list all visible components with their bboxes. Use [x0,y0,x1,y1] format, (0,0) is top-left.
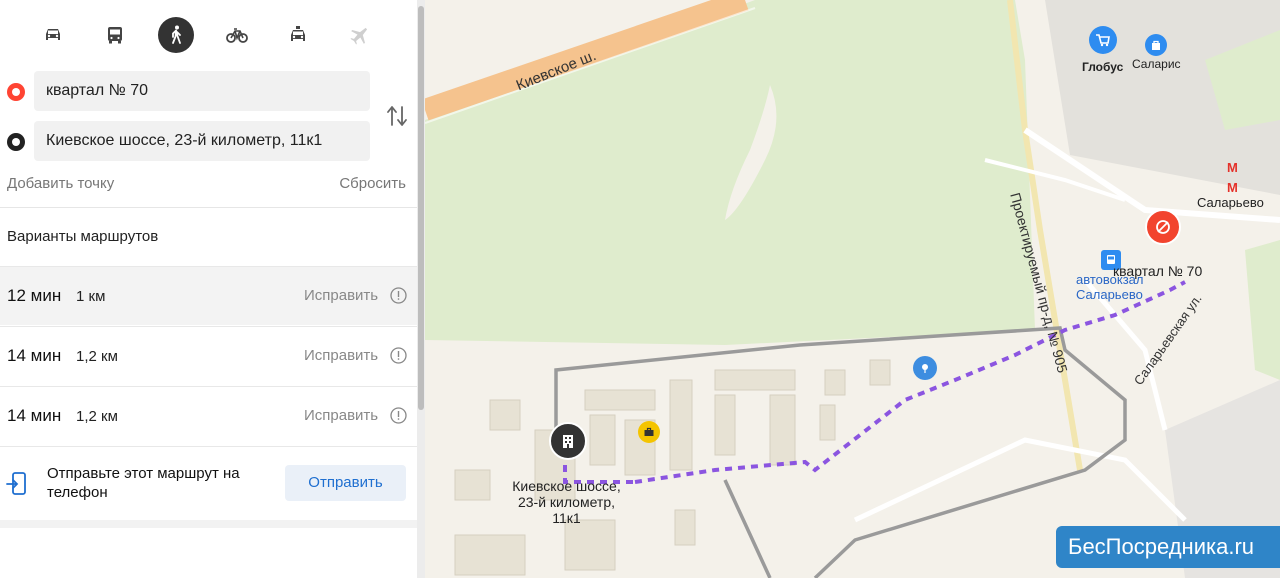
shopping-cart-icon[interactable] [1089,26,1117,54]
send-to-phone-row: Отправьте этот маршрут на телефон Отправ… [0,446,417,520]
panel-scrollbar[interactable] [417,0,425,578]
car-icon[interactable] [35,17,71,53]
add-point-link[interactable]: Добавить точку [7,175,114,192]
shopping-bag-icon[interactable] [1145,34,1167,56]
metro-icon: М [1227,160,1238,175]
map-view[interactable]: Киевское ш. Проектируемый пр-д, № 905 Са… [425,0,1280,578]
point-b-marker [7,133,25,151]
metro-icon: М [1227,180,1238,195]
route-time: 14 мин [7,346,62,365]
scrollbar-thumb[interactable] [418,6,424,410]
route-time: 12 мин [7,286,62,305]
pedestrian-icon[interactable] [158,17,194,53]
phone-icon [6,472,26,495]
poi-label-salaris: Саларис [1132,57,1181,71]
origin-label-line2: 23-й километр, 11к1 [517,494,616,526]
send-button[interactable]: Отправить [285,465,406,501]
route-option-1[interactable]: 12 мин 1 км Исправить [0,266,417,325]
panel-footer [0,520,417,528]
destination-label: квартал № 70 [1113,263,1203,279]
plane-icon [342,17,378,53]
route-time: 14 мин [7,406,62,425]
bus-icon[interactable] [97,17,133,53]
route-distance: 1,2 км [76,408,118,425]
metro-label-salarevo: Саларьево [1197,195,1264,210]
info-icon[interactable] [390,287,407,304]
info-icon[interactable] [390,407,407,424]
info-icon[interactable] [390,347,407,364]
divider [0,207,417,208]
route-fix-link[interactable]: Исправить [304,347,378,364]
route-fix-link[interactable]: Исправить [304,287,378,304]
point-b-input[interactable]: Киевское шоссе, 23-й километр, 11к1 [34,121,370,161]
route-panel: квартал № 70 Киевское шоссе, 23-й киломе… [0,0,417,578]
building-icon[interactable] [549,422,587,460]
briefcase-icon[interactable] [638,421,660,443]
bicycle-icon[interactable] [219,17,255,53]
flower-icon[interactable] [913,356,937,380]
send-to-phone-text: Отправьте этот маршрут на телефон [47,465,240,501]
route-variants-title: Варианты маршрутов [7,228,159,245]
reset-link[interactable]: Сбросить [339,175,406,192]
origin-label: Киевское шоссе, 23-й километр, 11к1 [504,478,629,526]
route-distance: 1 км [76,288,106,305]
route-distance: 1,2 км [76,348,118,365]
transport-mode-bar [0,17,417,57]
destination-pin-icon[interactable] [1145,209,1181,245]
point-a-marker [7,83,25,101]
route-option-3[interactable]: 14 мин 1,2 км Исправить [0,386,417,445]
taxi-icon[interactable] [280,17,316,53]
poi-label-globus: Глобус [1082,60,1124,74]
route-option-2[interactable]: 14 мин 1,2 км Исправить [0,326,417,385]
origin-label-line1: Киевское шоссе, [512,478,621,494]
point-a-input[interactable]: квартал № 70 [34,71,370,111]
swap-points-icon[interactable] [386,104,408,128]
route-fix-link[interactable]: Исправить [304,407,378,424]
watermark-banner: БесПосредника.ru [1056,526,1280,568]
